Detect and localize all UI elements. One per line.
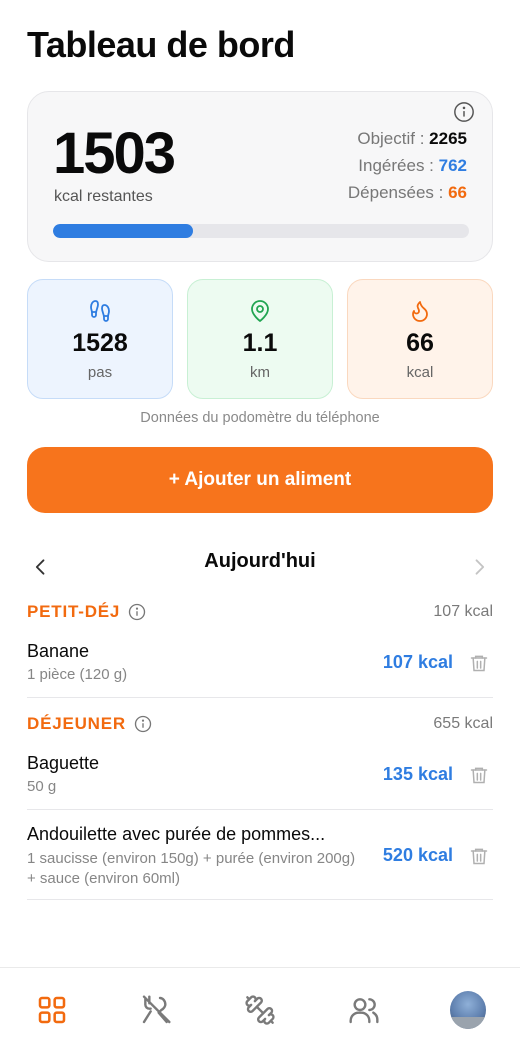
objective-row: Objectif : 2265 (348, 125, 467, 152)
chevron-right-icon[interactable] (469, 557, 489, 577)
activity-tiles: 1528 pas 1.1 km 66 kcal (27, 279, 493, 399)
objective-value: 2265 (429, 129, 467, 148)
trash-icon[interactable] (469, 764, 489, 786)
food-quantity: 1 pièce (120 g) (27, 666, 128, 683)
steps-value: 1528 (72, 329, 128, 357)
meal-title: PETIT-DÉJ (27, 602, 146, 622)
objective-label: Objectif : (357, 129, 425, 148)
meal-title-text: PETIT-DÉJ (27, 602, 121, 621)
burned-kcal-tile[interactable]: 66 kcal (347, 279, 493, 399)
profile-avatar (450, 991, 486, 1029)
burned-value: 66 (448, 183, 467, 202)
utensils-off-icon (142, 995, 171, 1024)
calorie-progress-fill (53, 224, 193, 238)
burned-kcal-label: kcal (406, 364, 434, 381)
meal-header-lunch: DÉJEUNER 655 kcal (27, 714, 493, 738)
users-icon (349, 998, 379, 1024)
distance-value: 1.1 (242, 329, 278, 357)
tab-profile[interactable] (450, 991, 486, 1029)
date-navigation: Aujourd'hui (27, 545, 493, 585)
food-item[interactable]: Andouilette avec purée de pommes... 1 sa… (27, 824, 493, 900)
food-name: Baguette (27, 753, 100, 773)
ingested-row: Ingérées : 762 (348, 152, 467, 179)
ingested-label: Ingérées : (358, 156, 434, 175)
footsteps-icon (90, 300, 110, 322)
info-icon[interactable] (134, 715, 152, 733)
meal-title: DÉJEUNER (27, 714, 152, 734)
meal-total: 107 kcal (433, 603, 493, 620)
add-food-button[interactable]: + Ajouter un aliment (27, 447, 493, 513)
pedometer-note: Données du podomètre du téléphone (140, 410, 380, 426)
tab-community[interactable] (346, 992, 382, 1028)
calorie-summary-card: 1503 kcal restantes Objectif : 2265 Ingé… (27, 91, 493, 262)
food-item[interactable]: Baguette 50 g 135 kcal (27, 752, 493, 810)
flame-icon (412, 301, 428, 322)
food-name: Andouilette avec purée de pommes... (27, 824, 326, 844)
remaining-kcal-label: kcal restantes (54, 188, 153, 205)
calorie-progress-bar (53, 224, 469, 238)
food-quantity: 50 g (27, 778, 57, 795)
burned-label: Dépensées : (347, 183, 444, 202)
food-item[interactable]: Banane 1 pièce (120 g) 107 kcal (27, 640, 493, 698)
info-icon[interactable] (453, 101, 475, 123)
tab-workout[interactable] (242, 992, 278, 1028)
bottom-tab-bar (0, 967, 520, 1063)
steps-label: pas (87, 364, 113, 381)
date-label: Aujourd'hui (204, 550, 316, 572)
calorie-stats: Objectif : 2265 Ingérées : 762 Dépensées… (348, 125, 467, 206)
location-pin-icon (251, 300, 269, 322)
burned-kcal-value: 66 (406, 329, 434, 357)
tab-dashboard[interactable] (34, 992, 70, 1028)
ingested-value: 762 (438, 156, 467, 175)
meal-total: 655 kcal (433, 715, 493, 732)
remaining-kcal-value: 1503 (53, 121, 176, 186)
food-name: Banane (27, 641, 90, 661)
info-icon[interactable] (128, 603, 146, 621)
steps-tile[interactable]: 1528 pas (27, 279, 173, 399)
tab-food[interactable] (138, 992, 174, 1028)
dumbbell-icon (245, 995, 275, 1025)
distance-tile[interactable]: 1.1 km (187, 279, 333, 399)
food-kcal: 107 kcal (382, 652, 453, 672)
burned-row: Dépensées : 66 (348, 179, 467, 206)
page-title: Tableau de bord (27, 24, 295, 65)
trash-icon[interactable] (469, 652, 489, 674)
meal-title-text: DÉJEUNER (27, 714, 126, 733)
distance-label: km (250, 364, 270, 381)
trash-icon[interactable] (469, 845, 489, 867)
food-kcal: 520 kcal (382, 845, 453, 865)
food-quantity: 1 saucisse (environ 150g) + purée (envir… (27, 850, 356, 887)
food-kcal: 135 kcal (382, 764, 453, 784)
dashboard-icon (38, 996, 66, 1024)
meal-header-breakfast: PETIT-DÉJ 107 kcal (27, 602, 493, 626)
